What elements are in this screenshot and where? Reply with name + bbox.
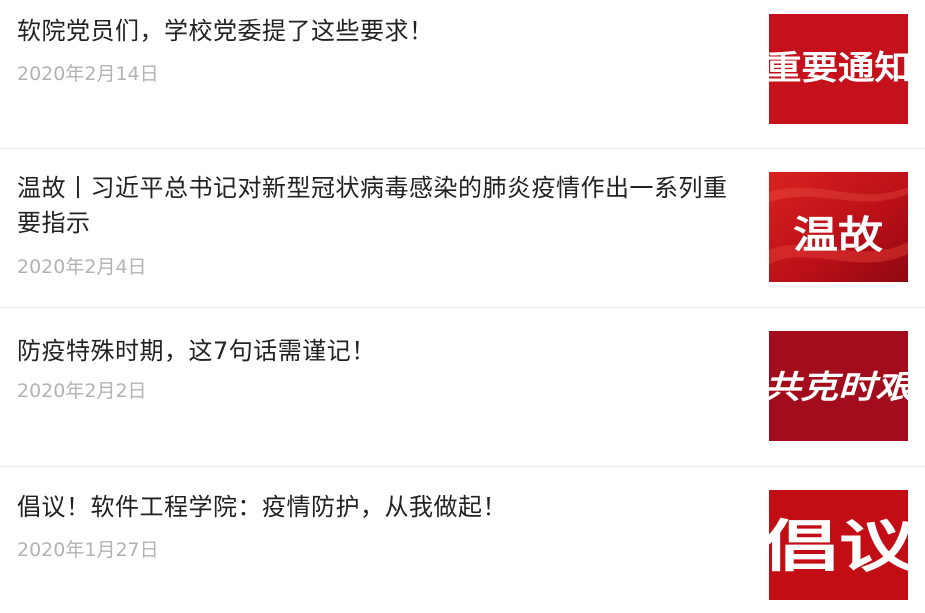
article-thumbnail[interactable]: 共克时艰 bbox=[769, 331, 908, 441]
article-date: 2020年2月4日 bbox=[17, 256, 147, 278]
thumbnail-text: 倡议 bbox=[769, 514, 908, 580]
article-list: 软院党员们，学校党委提了这些要求！ 2020年2月14日 重要通知 温故丨习近平… bbox=[0, 0, 925, 613]
thumbnail-text: 重要通知 bbox=[769, 48, 908, 87]
article-date: 2020年2月2日 bbox=[17, 380, 147, 402]
article-date: 2020年2月14日 bbox=[17, 63, 159, 85]
article-date: 2020年1月27日 bbox=[17, 539, 159, 561]
article-item[interactable]: 防疫特殊时期，这7句话需谨记！ 2020年2月2日 共克时艰 bbox=[0, 307, 925, 466]
article-title[interactable]: 软院党员们，学校党委提了这些要求！ bbox=[17, 14, 742, 49]
article-thumbnail[interactable]: 重要通知 bbox=[769, 14, 908, 124]
article-item[interactable]: 温故丨习近平总书记对新型冠状病毒感染的肺炎疫情作出一系列重要指示 2020年2月… bbox=[0, 148, 925, 307]
article-title[interactable]: 温故丨习近平总书记对新型冠状病毒感染的肺炎疫情作出一系列重要指示 bbox=[17, 171, 742, 241]
article-title[interactable]: 防疫特殊时期，这7句话需谨记！ bbox=[17, 334, 742, 369]
article-item[interactable]: 软院党员们，学校党委提了这些要求！ 2020年2月14日 重要通知 bbox=[0, 0, 925, 148]
article-item[interactable]: 倡议！软件工程学院：疫情防护，从我做起！ 2020年1月27日 倡议 bbox=[0, 466, 925, 613]
thumbnail-text: 共克时艰 bbox=[769, 368, 908, 406]
thumbnail-text: 温故 bbox=[793, 212, 883, 257]
article-title[interactable]: 倡议！软件工程学院：疫情防护，从我做起！ bbox=[17, 490, 742, 525]
article-thumbnail[interactable]: 温故 bbox=[769, 172, 908, 282]
article-thumbnail[interactable]: 倡议 bbox=[769, 490, 908, 600]
